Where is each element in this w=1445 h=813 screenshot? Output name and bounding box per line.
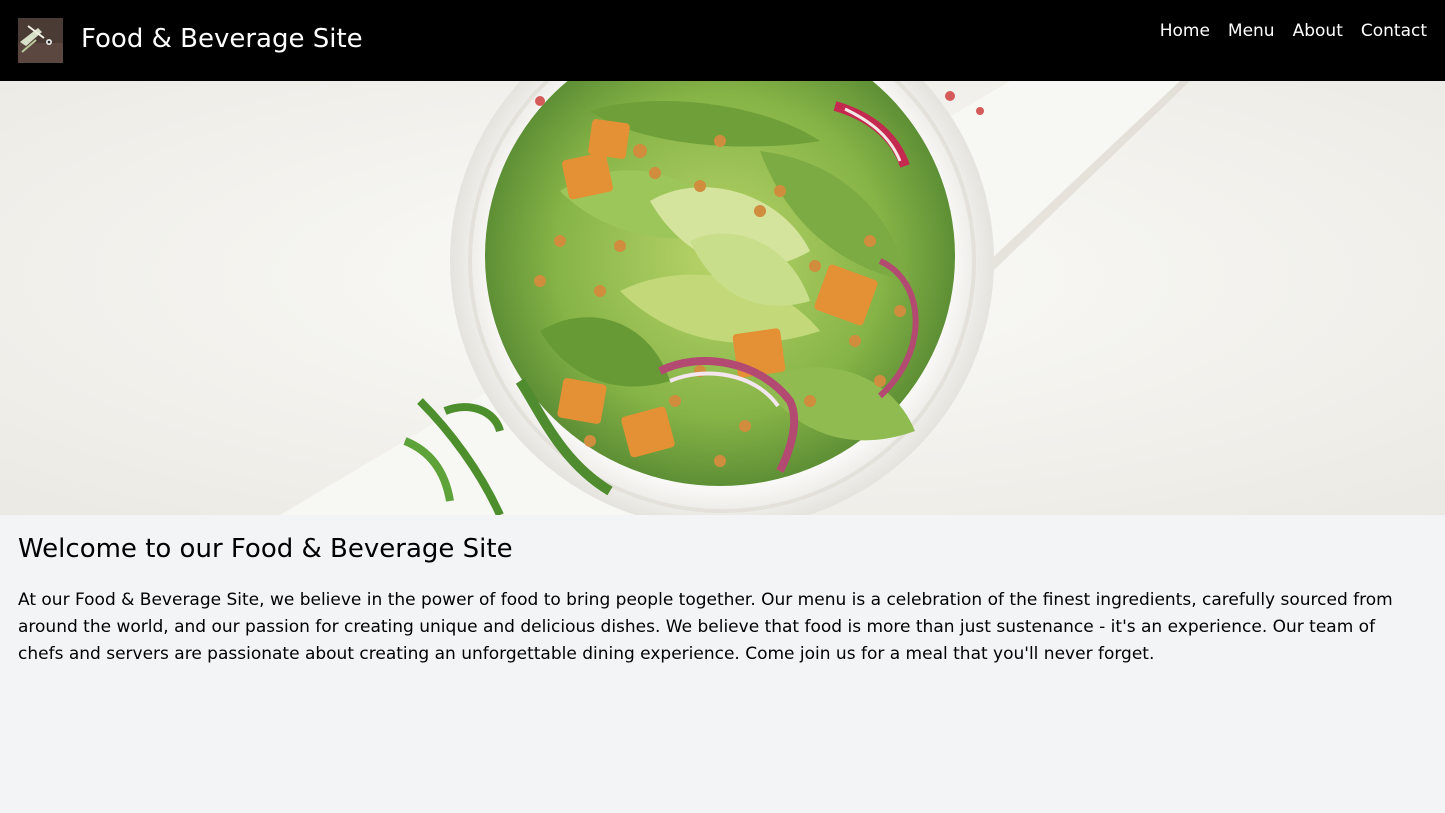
salad-bowl-photo <box>0 81 1445 515</box>
intro-paragraph: At our Food & Beverage Site, we believe … <box>18 590 1393 664</box>
nav-menu-link[interactable]: Menu <box>1228 20 1275 42</box>
logo-icon[interactable] <box>18 18 63 63</box>
nav-contact-link[interactable]: Contact <box>1361 20 1427 42</box>
site-header: Food & Beverage Site Home Menu About Con… <box>0 0 1445 81</box>
page-title: Welcome to our Food & Beverage Site <box>18 534 513 564</box>
hero-image <box>0 81 1445 515</box>
nav-about-link[interactable]: About <box>1293 20 1343 42</box>
main-nav: Home Menu About Contact <box>1160 20 1427 42</box>
site-title[interactable]: Food & Beverage Site <box>81 22 363 56</box>
nav-home-link[interactable]: Home <box>1160 20 1210 42</box>
